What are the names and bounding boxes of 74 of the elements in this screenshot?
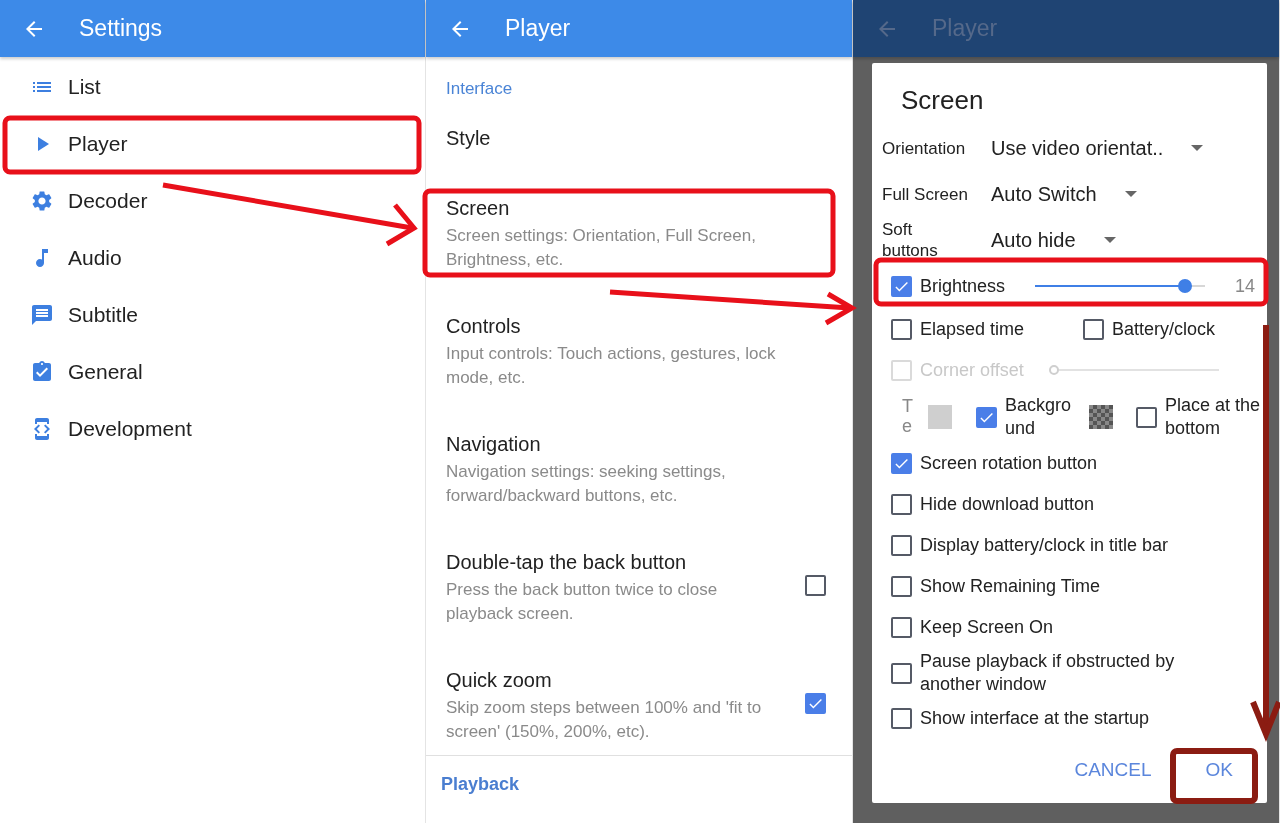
settings-item[interactable]: Subtitle <box>0 286 425 343</box>
preference-title: Navigation <box>446 433 541 456</box>
preference-item[interactable]: Controls Input controls: Touch actions, gestures, lock mode, etc. <box>426 311 852 429</box>
text-color-label: Te <box>902 397 914 437</box>
caret-icon <box>1103 237 1116 243</box>
checker-swatch[interactable] <box>1089 405 1113 429</box>
dropdown[interactable]: Auto hide <box>991 228 1116 252</box>
color-swatch[interactable] <box>928 405 952 429</box>
preference-summary: Navigation settings: seeking settings, forward/backward buttons, etc. <box>446 461 727 507</box>
dialog-button[interactable]: CANCEL <box>1062 751 1164 789</box>
checkbox[interactable] <box>805 575 826 596</box>
preference-item[interactable]: Screen Screen settings: Orientation, Full Screen, Brightness, etc. <box>426 193 852 311</box>
checkbox-label: Elapsed time <box>920 317 1025 341</box>
dialog-title: Screen <box>900 85 985 117</box>
settings-item[interactable]: General <box>0 343 425 400</box>
settings-item[interactable]: Decoder <box>0 172 425 229</box>
checkbox-label: Brightness <box>920 274 1006 298</box>
setting-label: Soft buttons <box>882 219 939 261</box>
preference-title: Style <box>446 127 491 150</box>
preference-summary: Screen settings: Orientation, Full Screen, Brightness, etc. <box>446 225 757 271</box>
settings-item[interactable]: Development <box>0 400 425 457</box>
checkbox-label: Show Remaining Time <box>920 575 1101 598</box>
section-header: Playback <box>440 773 521 796</box>
checkbox-label: Screen rotation button <box>920 452 1098 475</box>
preference-item[interactable]: Style <box>426 99 852 193</box>
checkbox[interactable] <box>891 318 912 340</box>
setting-label: Orientation <box>882 137 967 159</box>
dropdown[interactable]: Auto Switch <box>991 182 1137 206</box>
slider-value: 14 <box>1234 275 1255 297</box>
preference-item[interactable]: Navigation Navigation settings: seeking settings, forward/backward buttons, etc. <box>426 429 852 547</box>
settings-item[interactable]: List <box>0 58 425 115</box>
slider-thumb[interactable] <box>1177 279 1192 293</box>
message-icon <box>30 302 54 327</box>
preference-title: Screen <box>446 197 510 220</box>
checkbox[interactable] <box>891 275 912 297</box>
checkbox[interactable] <box>1083 318 1104 340</box>
checkbox-label: Battery/clock <box>1112 317 1216 341</box>
checkbox-label: Background <box>1005 394 1073 440</box>
preference-summary: Press the back button twice to close playback screen. <box>446 579 719 625</box>
preference-title: Controls <box>446 315 521 338</box>
dialog-button[interactable]: OK <box>1193 751 1245 789</box>
preference-item[interactable]: Double-tap the back button Press the back button twice to close playback screen. <box>426 547 852 665</box>
checkbox[interactable] <box>891 535 912 556</box>
settings-item[interactable]: Player <box>0 115 425 172</box>
checkbox[interactable] <box>891 494 912 515</box>
checkbox[interactable] <box>976 406 997 428</box>
checkbox[interactable] <box>891 617 912 638</box>
dropdown[interactable]: Use video orientat.. <box>991 136 1204 160</box>
caret-icon <box>1124 191 1137 197</box>
settings-icon <box>30 188 54 213</box>
screen-title: Settings <box>79 15 163 42</box>
checkbox-label: Keep Screen On <box>920 616 1054 639</box>
checkbox[interactable] <box>891 708 912 729</box>
checkbox[interactable] <box>805 693 826 714</box>
checkbox-label: Show interface at the startup <box>920 707 1150 730</box>
preference-item[interactable]: Quick zoom Skip zoom steps between 100% and 'fit to screen' (150%, 200%, etc). <box>426 665 852 747</box>
checkbox[interactable] <box>891 453 912 474</box>
checkbox-label: Display battery/clock in title bar <box>920 534 1169 557</box>
preference-title: Double-tap the back button <box>446 551 687 574</box>
checkbox-label: Pause playback if obstructed by another window <box>920 650 1176 696</box>
section-header: Interface <box>445 78 514 99</box>
checkbox[interactable] <box>891 662 912 684</box>
caret-icon <box>1191 145 1204 151</box>
clipboard-check-icon <box>30 359 54 384</box>
checkbox[interactable] <box>891 576 912 597</box>
checkbox-label: Place at the bottom <box>1165 394 1262 440</box>
checkbox-label: Hide download button <box>920 493 1095 516</box>
checkbox[interactable] <box>1136 406 1157 428</box>
preference-title: Quick zoom <box>446 669 552 692</box>
preference-summary: Skip zoom steps between 100% and 'fit to screen' (150%, 200%, etc). <box>446 697 763 743</box>
preference-summary: Input controls: Touch actions, gestures, lock mode, etc. <box>446 343 777 389</box>
settings-item[interactable]: Audio <box>0 229 425 286</box>
screen-title: Player <box>505 15 571 42</box>
setting-label: Full Screen <box>882 183 969 205</box>
